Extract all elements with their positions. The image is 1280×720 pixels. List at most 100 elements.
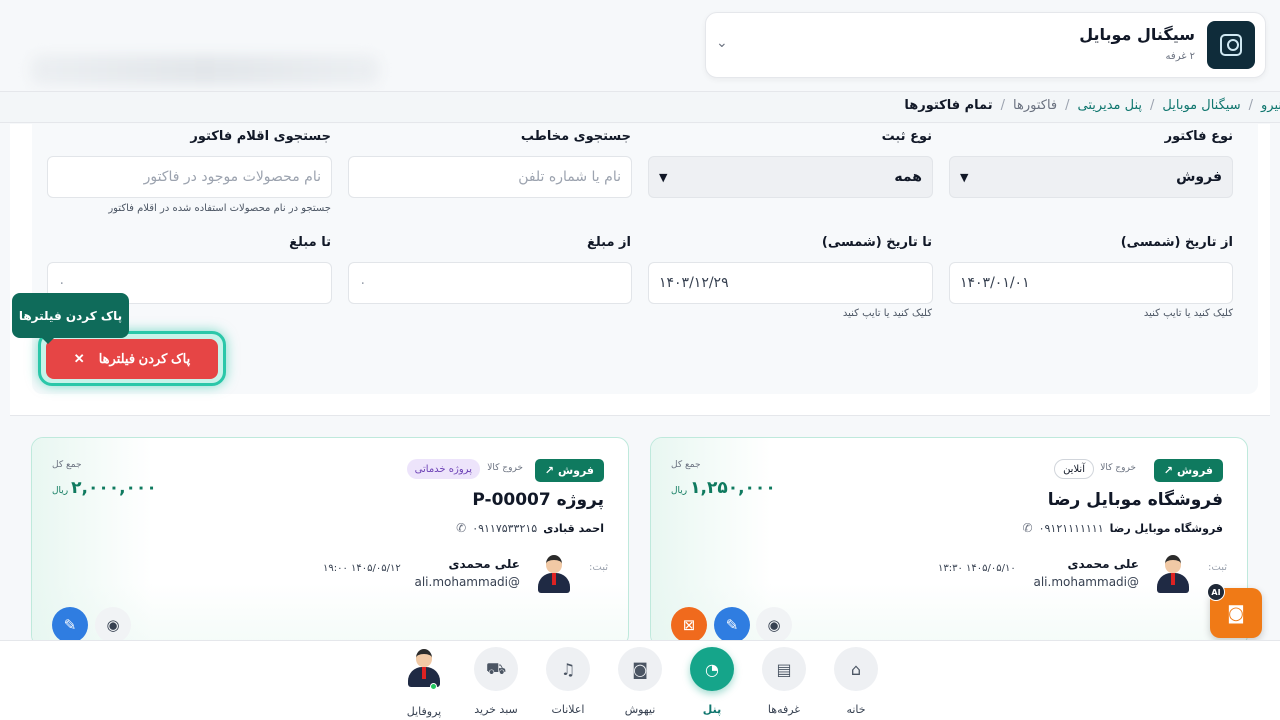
online-status-dot (430, 683, 437, 690)
invoice-contact: فروشگاه موبایل رضا ۰۹۱۲۱۱۱۱۱۱۱ ✆ (1023, 521, 1223, 535)
eye-icon: ◉ (767, 616, 781, 634)
store-selector[interactable]: سیگنال موبایل ۲ غرفه ⌄ (705, 12, 1266, 78)
items-search-label: جستجوی اقلام فاکتور (190, 129, 331, 144)
robot-icon: ◙ (1227, 602, 1245, 624)
store-icon: ▤ (762, 647, 806, 691)
service-project-chip: پروژه خدماتی (406, 459, 480, 479)
invoice-date: ۱۴۰۵/۰۵/۱۰ ۱۳:۳۰ (938, 563, 1016, 574)
breadcrumb-separator: / (1065, 98, 1070, 113)
breadcrumb-item-store[interactable]: سیگنال موبایل (1162, 98, 1240, 113)
contact-phone: ۰۹۱۱۷۵۳۳۲۱۵ (472, 521, 538, 535)
chevron-down-icon: ▼ (960, 170, 969, 184)
clear-filters-button[interactable]: پاک کردن فیلترها ✕ (46, 339, 218, 379)
phone-icon: ✆ (456, 521, 467, 535)
blurred-header-content (30, 55, 380, 85)
avatar (536, 553, 572, 593)
goods-out-tag: خروج کالا (487, 463, 523, 473)
invoice-date: ۱۴۰۵/۰۵/۱۲ ۱۹:۰۰ (323, 563, 401, 574)
edit-button[interactable]: ✎ (52, 607, 88, 643)
chevron-down-icon[interactable]: ⌄ (716, 35, 728, 51)
breadcrumb-item-invoices[interactable]: فاکتورها (1013, 98, 1057, 113)
user-email: ali.mohammadi@ (1033, 575, 1139, 589)
to-date-input[interactable]: ۱۴۰۳/۱۲/۲۹ (648, 262, 933, 304)
nav-booths[interactable]: ▤ غرفه‌ها (752, 647, 816, 716)
store-name: سیگنال موبایل (1079, 25, 1195, 44)
clear-filters-tooltip: پاک کردن فیلترها (12, 293, 129, 344)
from-date-hint: کلیک کنید یا تایپ کنید (1143, 308, 1233, 319)
breadcrumb-item-current: تمام فاکتورها (904, 98, 993, 113)
invoice-type-label: نوع فاکتور (1164, 129, 1233, 144)
contact-phone: ۰۹۱۲۱۱۱۱۱۱۱ (1038, 521, 1104, 535)
invoice-total: ۱,۲۵۰,۰۰۰ریال (671, 478, 776, 498)
phone-icon: ✆ (1022, 521, 1033, 535)
invoice-contact: احمد قبادی ۰۹۱۱۷۵۳۳۲۱۵ ✆ (456, 521, 604, 535)
items-search-input[interactable]: نام محصولات موجود در فاکتور (47, 156, 332, 198)
contact-name: احمد قبادی (543, 521, 604, 535)
trend-up-icon: ↗ (544, 464, 554, 477)
trend-up-icon: ↗ (1163, 464, 1173, 477)
from-amount-label: از مبلغ (586, 235, 631, 250)
goods-out-tag: خروج کالا (1100, 463, 1136, 473)
ai-badge: AI (1207, 583, 1225, 601)
from-date-label: از تاریخ (شمسی) (1120, 235, 1233, 250)
invoice-total: ۲,۰۰۰,۰۰۰ریال (52, 478, 157, 498)
online-chip: آنلاین (1054, 459, 1094, 479)
user-name: علی محمدی (448, 557, 520, 571)
chevron-down-icon: ▼ (659, 170, 668, 184)
register-type-label: نوع ثبت (881, 129, 932, 144)
contact-search-input[interactable]: نام یا شماره تلفن (348, 156, 632, 198)
invoice-title[interactable]: پروژه P-00007 (472, 490, 604, 510)
breadcrumb-item-root[interactable]: نیرو (1261, 98, 1280, 113)
clear-filters-label: پاک کردن فیلترها (98, 351, 191, 366)
user-email: ali.mohammadi@ (414, 575, 520, 589)
breadcrumb-bar: نیرو / سیگنال موبایل / پنل مدیریتی / فاک… (0, 91, 1280, 123)
total-label: جمع کل (52, 460, 82, 470)
nav-niyhoosh[interactable]: ◙ نیهوش (608, 647, 672, 716)
sale-badge: فروش ↗ (1153, 459, 1223, 482)
register-type-value: همه (894, 169, 922, 185)
breadcrumb-separator: / (1150, 98, 1155, 113)
profile-avatar (406, 647, 442, 687)
registered-label: ثبت: (1208, 562, 1227, 573)
user-name: علی محمدی (1067, 557, 1139, 571)
registered-label: ثبت: (589, 562, 608, 573)
close-icon: ✕ (73, 351, 85, 366)
pencil-icon: ✎ (725, 616, 739, 634)
invoice-title[interactable]: فروشگاه موبایل رضا (1048, 490, 1223, 510)
robot-icon: ◙ (618, 647, 662, 691)
nav-home[interactable]: ⌂ خانه (824, 647, 888, 716)
view-button[interactable]: ◉ (95, 607, 131, 643)
pencil-icon: ✎ (63, 616, 77, 634)
nav-cart[interactable]: ⛟ سبد خرید (464, 647, 528, 716)
view-button[interactable]: ◉ (756, 607, 792, 643)
to-amount-label: تا مبلغ (289, 235, 331, 250)
nav-panel[interactable]: ◔ پنل (680, 647, 744, 716)
nav-profile[interactable]: پروفایل (392, 647, 456, 718)
eye-icon: ◉ (106, 616, 120, 634)
items-search-hint: جستجو در نام محصولات استفاده شده در اقلا… (108, 203, 331, 214)
sale-badge: فروش ↗ (534, 459, 604, 482)
invoice-type-select[interactable]: فروش ▼ (949, 156, 1233, 198)
breadcrumb-separator: / (1000, 98, 1006, 113)
edit-button[interactable]: ✎ (714, 607, 750, 643)
breadcrumb: نیرو / سیگنال موبایل / پنل مدیریتی / فاک… (904, 98, 1280, 113)
nav-notifications[interactable]: ♫ اعلانات (536, 647, 600, 716)
dashboard-icon: ◔ (690, 647, 734, 691)
contact-name: فروشگاه موبایل رضا (1109, 521, 1223, 535)
to-date-label: تا تاریخ (شمسی) (821, 235, 932, 250)
delete-button[interactable]: ⊠ (671, 607, 707, 643)
bell-icon: ♫ (546, 647, 590, 691)
invoice-card[interactable]: فروش ↗ خروج کالا پروژه خدماتی پروژه P-000… (31, 437, 629, 647)
home-icon: ⌂ (834, 647, 878, 691)
bottom-nav: ⌂ خانه ▤ غرفه‌ها ◔ پنل ◙ نیهوش ♫ اعلانات… (0, 640, 1280, 720)
to-date-hint: کلیک کنید یا تایپ کنید (842, 308, 932, 319)
from-date-input[interactable]: ۱۴۰۳/۰۱/۰۱ (949, 262, 1233, 304)
breadcrumb-separator: / (1248, 98, 1253, 113)
store-booth-count: ۲ غرفه (1165, 51, 1195, 62)
trash-icon: ⊠ (682, 616, 696, 634)
breadcrumb-item-admin-panel[interactable]: پنل مدیریتی (1078, 98, 1142, 113)
invoice-card[interactable]: فروش ↗ خروج کالا آنلاین فروشگاه موبایل رض… (650, 437, 1248, 647)
total-label: جمع کل (671, 460, 701, 470)
from-amount-input[interactable]: ۰ (348, 262, 632, 304)
register-type-select[interactable]: همه ▼ (648, 156, 933, 198)
